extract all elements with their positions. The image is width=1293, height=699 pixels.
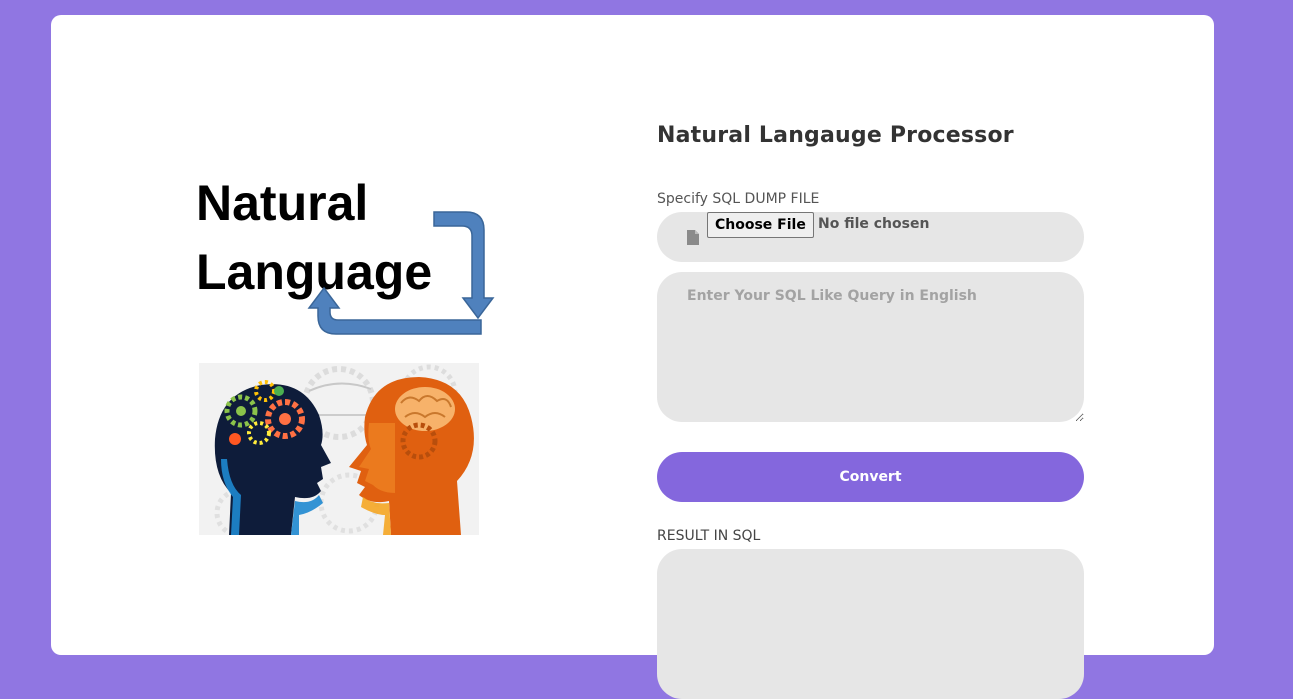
result-label: RESULT IN SQL	[657, 528, 761, 544]
choose-file-button[interactable]: Choose File	[707, 212, 814, 238]
file-input-field[interactable]: Choose File No file chosen	[657, 212, 1084, 262]
main-card: Natural Language Natural Langauge Proces…	[51, 15, 1214, 699]
result-output	[657, 549, 1084, 699]
file-icon	[687, 230, 699, 245]
hero-illustration: Natural Language	[196, 170, 506, 535]
no-file-chosen-text: No file chosen	[818, 216, 930, 232]
page-title: Natural Langauge Processor	[657, 123, 1014, 148]
heads-gears-image	[199, 363, 479, 535]
cycle-arrow-icon	[307, 211, 495, 335]
query-input[interactable]	[657, 272, 1084, 422]
convert-button[interactable]: Convert	[657, 452, 1084, 502]
sql-dump-label: Specify SQL DUMP FILE	[657, 191, 820, 207]
